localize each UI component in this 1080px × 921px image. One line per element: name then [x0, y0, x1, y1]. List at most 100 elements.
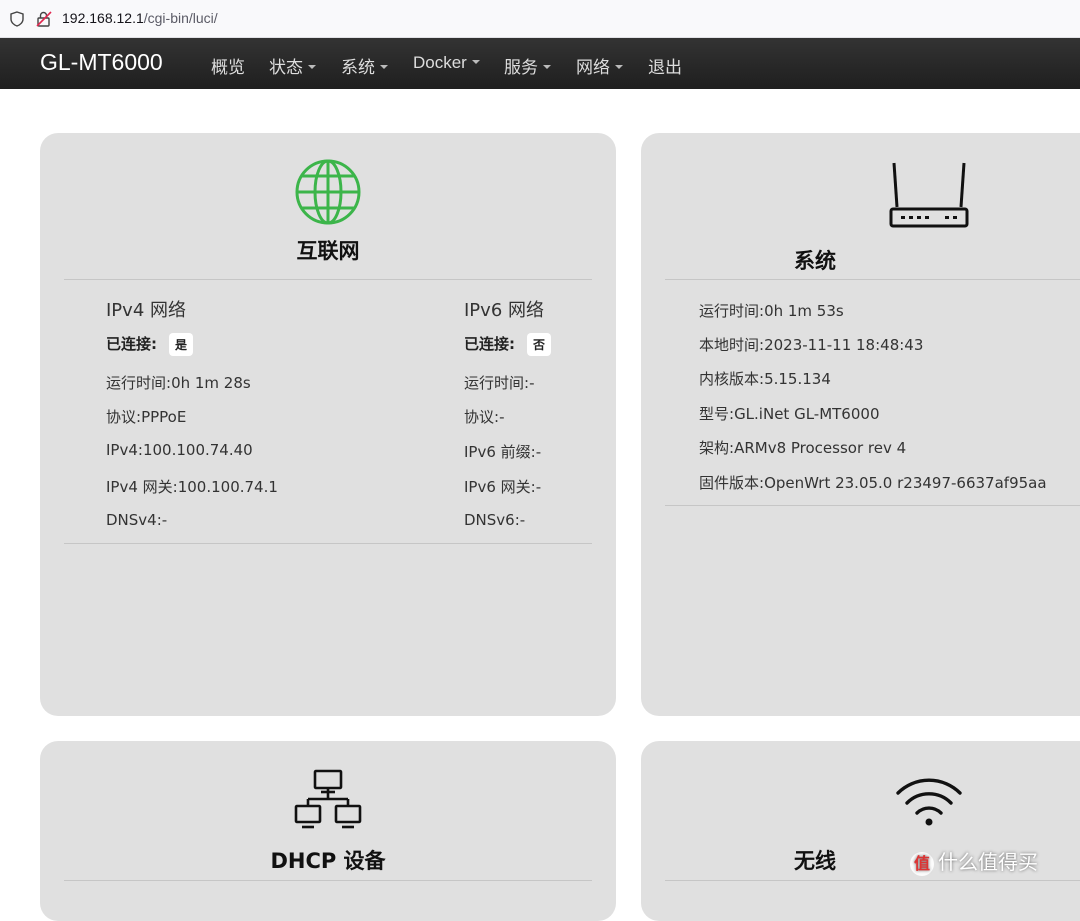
- row-label: 协议:: [464, 408, 500, 426]
- caret-down-icon: [471, 60, 480, 65]
- row-label: IPv6 前缀:: [464, 443, 536, 461]
- system-localtime-row: 本地时间:2023-11-11 18:48:43: [699, 334, 923, 355]
- row-value: -: [499, 408, 505, 426]
- ipv6-dns-row: DNSv6:-: [464, 511, 525, 529]
- globe-icon: [294, 158, 362, 226]
- row-value: 0h 1m 53s: [764, 302, 844, 320]
- browser-url-bar[interactable]: 192.168.12.1/cgi-bin/luci/: [0, 0, 1080, 38]
- system-kernel-row: 内核版本:5.15.134: [699, 368, 831, 389]
- row-label: 架构:: [699, 439, 735, 457]
- nav-label: 服务: [504, 58, 538, 77]
- ipv6-protocol-row: 协议:-: [464, 406, 504, 427]
- watermark-text: 什么值得买: [938, 850, 1038, 874]
- row-value: OpenWrt 23.05.0 r23497-6637af95aa: [764, 474, 1047, 492]
- nav-label: 概览: [211, 58, 245, 77]
- divider: [64, 543, 592, 544]
- divider: [64, 880, 592, 881]
- nav-overview[interactable]: 概览: [211, 53, 245, 78]
- nav-label: 网络: [576, 58, 610, 77]
- insecure-lock-icon[interactable]: [36, 10, 52, 28]
- divider: [665, 880, 1080, 881]
- url-host: 192.168.12.1: [62, 10, 144, 26]
- row-value: 100.100.74.40: [142, 441, 253, 459]
- caret-down-icon: [543, 65, 551, 70]
- nav-label: 状态: [269, 58, 303, 77]
- nav-docker-menu[interactable]: Docker: [413, 53, 480, 73]
- row-value: PPPoE: [141, 408, 187, 426]
- brand-logo[interactable]: GL-MT6000: [40, 49, 163, 76]
- nav-status-menu[interactable]: 状态: [269, 53, 316, 78]
- row-value: -: [535, 478, 542, 496]
- row-value: -: [161, 511, 168, 529]
- row-label: 运行时间:: [699, 302, 765, 320]
- top-navbar: GL-MT6000 概览 状态 系统 Docker 服务 网络 退出: [0, 38, 1080, 89]
- row-label: IPv4:: [106, 441, 143, 459]
- ipv4-dns-row: DNSv4:-: [106, 511, 167, 529]
- ipv6-uptime-row: 运行时间:-: [464, 372, 534, 393]
- row-value: 100.100.74.1: [177, 478, 278, 496]
- nav-label: 系统: [341, 58, 375, 77]
- dhcp-card: DHCP 设备: [40, 741, 616, 921]
- row-value: 5.15.134: [764, 370, 831, 388]
- caret-down-icon: [615, 65, 623, 70]
- ipv6-prefix-row: IPv6 前缀:-: [464, 441, 541, 462]
- nav-services-menu[interactable]: 服务: [504, 53, 551, 78]
- nav-system-menu[interactable]: 系统: [341, 53, 388, 78]
- row-value: -: [535, 443, 542, 461]
- ipv6-gateway-row: IPv6 网关:-: [464, 476, 541, 497]
- router-icon: [889, 161, 969, 231]
- ipv6-heading: IPv6 网络: [464, 300, 544, 321]
- system-uptime-row: 运行时间:0h 1m 53s: [699, 300, 844, 321]
- system-arch-row: 架构:ARMv8 Processor rev 4: [699, 437, 906, 458]
- wireless-card: 无线: [641, 741, 1080, 921]
- row-label: DNSv6:: [464, 511, 520, 529]
- ipv4-uptime-row: 运行时间:0h 1m 28s: [106, 372, 251, 393]
- row-label: DNSv4:: [106, 511, 162, 529]
- row-label: IPv4 网关:: [106, 478, 178, 496]
- row-label: 运行时间:: [106, 374, 172, 392]
- row-value: 0h 1m 28s: [171, 374, 251, 392]
- divider: [64, 279, 592, 280]
- divider: [665, 505, 1080, 506]
- internet-title: 互联网: [296, 239, 360, 263]
- internet-card: 互联网 IPv4 网络 已连接: 是 运行时间:0h 1m 28s 协议:PPPo…: [40, 133, 616, 716]
- nav-label: Docker: [413, 53, 467, 72]
- ipv4-protocol-row: 协议:PPPoE: [106, 406, 186, 427]
- row-value: 2023-11-11 18:48:43: [764, 336, 924, 354]
- row-value: GL.iNet GL-MT6000: [734, 405, 880, 423]
- wifi-icon: [894, 777, 964, 827]
- watermark-logo-icon: 值: [910, 851, 934, 876]
- system-card: 系统 运行时间:0h 1m 53s 本地时间:2023-11-11 18:48:…: [641, 133, 1080, 716]
- ipv4-address-row: IPv4:100.100.74.40: [106, 441, 253, 459]
- ipv4-connected-badge: 是: [169, 333, 194, 356]
- system-model-row: 型号:GL.iNet GL-MT6000: [699, 403, 880, 424]
- dhcp-title: DHCP 设备: [270, 849, 386, 873]
- row-value: ARMv8 Processor rev 4: [734, 439, 907, 457]
- row-label: 运行时间:: [464, 374, 530, 392]
- row-label: 协议:: [106, 408, 142, 426]
- ipv6-connected-badge: 否: [527, 333, 552, 356]
- ipv4-gateway-row: IPv4 网关:100.100.74.1: [106, 476, 278, 497]
- system-title: 系统: [794, 249, 836, 273]
- row-label: 固件版本:: [699, 474, 765, 492]
- system-firmware-row: 固件版本:OpenWrt 23.05.0 r23497-6637af95aa: [699, 472, 1047, 493]
- url-text[interactable]: 192.168.12.1/cgi-bin/luci/: [62, 10, 218, 26]
- watermark: 值什么值得买: [910, 846, 1038, 876]
- ipv4-connected-row: 已连接: 是: [106, 333, 194, 356]
- network-devices-icon: [294, 769, 362, 829]
- divider: [665, 279, 1080, 280]
- row-label: 内核版本:: [699, 370, 765, 388]
- row-label: IPv6 网关:: [464, 478, 536, 496]
- nav-label: 退出: [648, 58, 682, 77]
- row-label: 本地时间:: [699, 336, 765, 354]
- ipv4-connected-label: 已连接:: [106, 335, 157, 353]
- ipv6-connected-row: 已连接: 否: [464, 333, 552, 356]
- row-value: -: [519, 511, 526, 529]
- row-label: 型号:: [699, 405, 735, 423]
- url-path: /cgi-bin/luci/: [143, 10, 218, 26]
- ipv4-heading: IPv4 网络: [106, 300, 186, 321]
- nav-logout[interactable]: 退出: [648, 53, 682, 78]
- shield-icon[interactable]: [10, 11, 24, 27]
- row-value: -: [529, 374, 535, 392]
- nav-network-menu[interactable]: 网络: [576, 53, 623, 78]
